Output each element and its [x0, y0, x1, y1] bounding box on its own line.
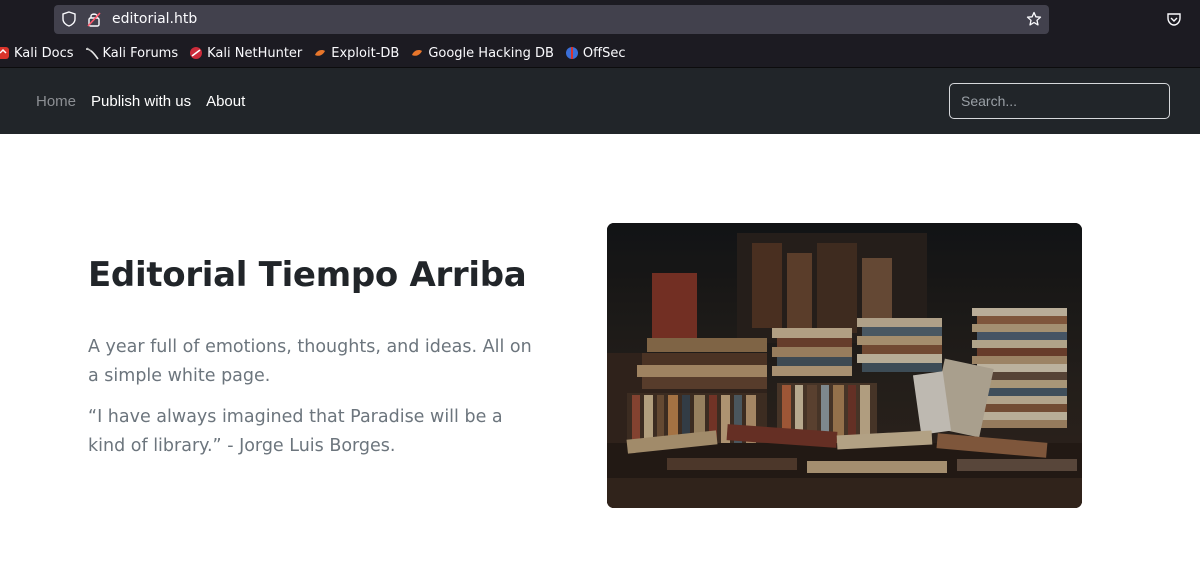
site-navbar: Home Publish with us About — [0, 68, 1200, 134]
nav-about-link[interactable]: About — [206, 93, 245, 110]
hero-title: Editorial Tiempo Arriba — [88, 255, 527, 295]
search-input[interactable] — [949, 83, 1170, 119]
bookmarks-bar: Kali Docs Kali Forums Kali NetHunter Exp… — [0, 41, 625, 65]
books-illustration — [607, 223, 1082, 508]
nethunter-icon — [190, 47, 203, 59]
bookmark-kali-nethunter[interactable]: Kali NetHunter — [189, 41, 302, 65]
hero-lead-text: A year full of emotions, thoughts, and i… — [88, 337, 532, 386]
bookmark-exploit-db[interactable]: Exploit-DB — [313, 41, 399, 65]
hero-quote: “I have always imagined that Paradise wi… — [88, 407, 503, 456]
nav-links: Home Publish with us About — [36, 68, 245, 134]
exploit-db-icon — [315, 50, 326, 56]
books-hero-image — [607, 223, 1082, 508]
bookmark-kali-forums[interactable]: Kali Forums — [85, 41, 178, 65]
kali-forums-icon — [85, 47, 99, 60]
browser-toolbar: editorial.htb Kali Docs Kali Forums Kali… — [0, 0, 1200, 68]
pocket-icon[interactable] — [1166, 11, 1182, 27]
bookmark-kali-docs[interactable]: Kali Docs — [0, 41, 74, 65]
url-text[interactable]: editorial.htb — [112, 5, 197, 34]
lock-insecure-icon[interactable] — [87, 11, 101, 27]
bookmark-star-icon[interactable] — [1026, 11, 1042, 27]
offsec-icon — [565, 47, 578, 59]
kali-docs-icon — [0, 47, 9, 59]
bookmark-offsec[interactable]: OffSec — [565, 41, 625, 65]
url-bar[interactable]: editorial.htb — [54, 5, 1049, 34]
nav-home-link[interactable]: Home — [36, 93, 76, 110]
nav-publish-link[interactable]: Publish with us — [91, 93, 191, 110]
bookmark-google-hacking-db[interactable]: Google Hacking DB — [410, 41, 554, 65]
shield-icon[interactable] — [62, 11, 76, 27]
ghdb-icon — [412, 50, 423, 56]
